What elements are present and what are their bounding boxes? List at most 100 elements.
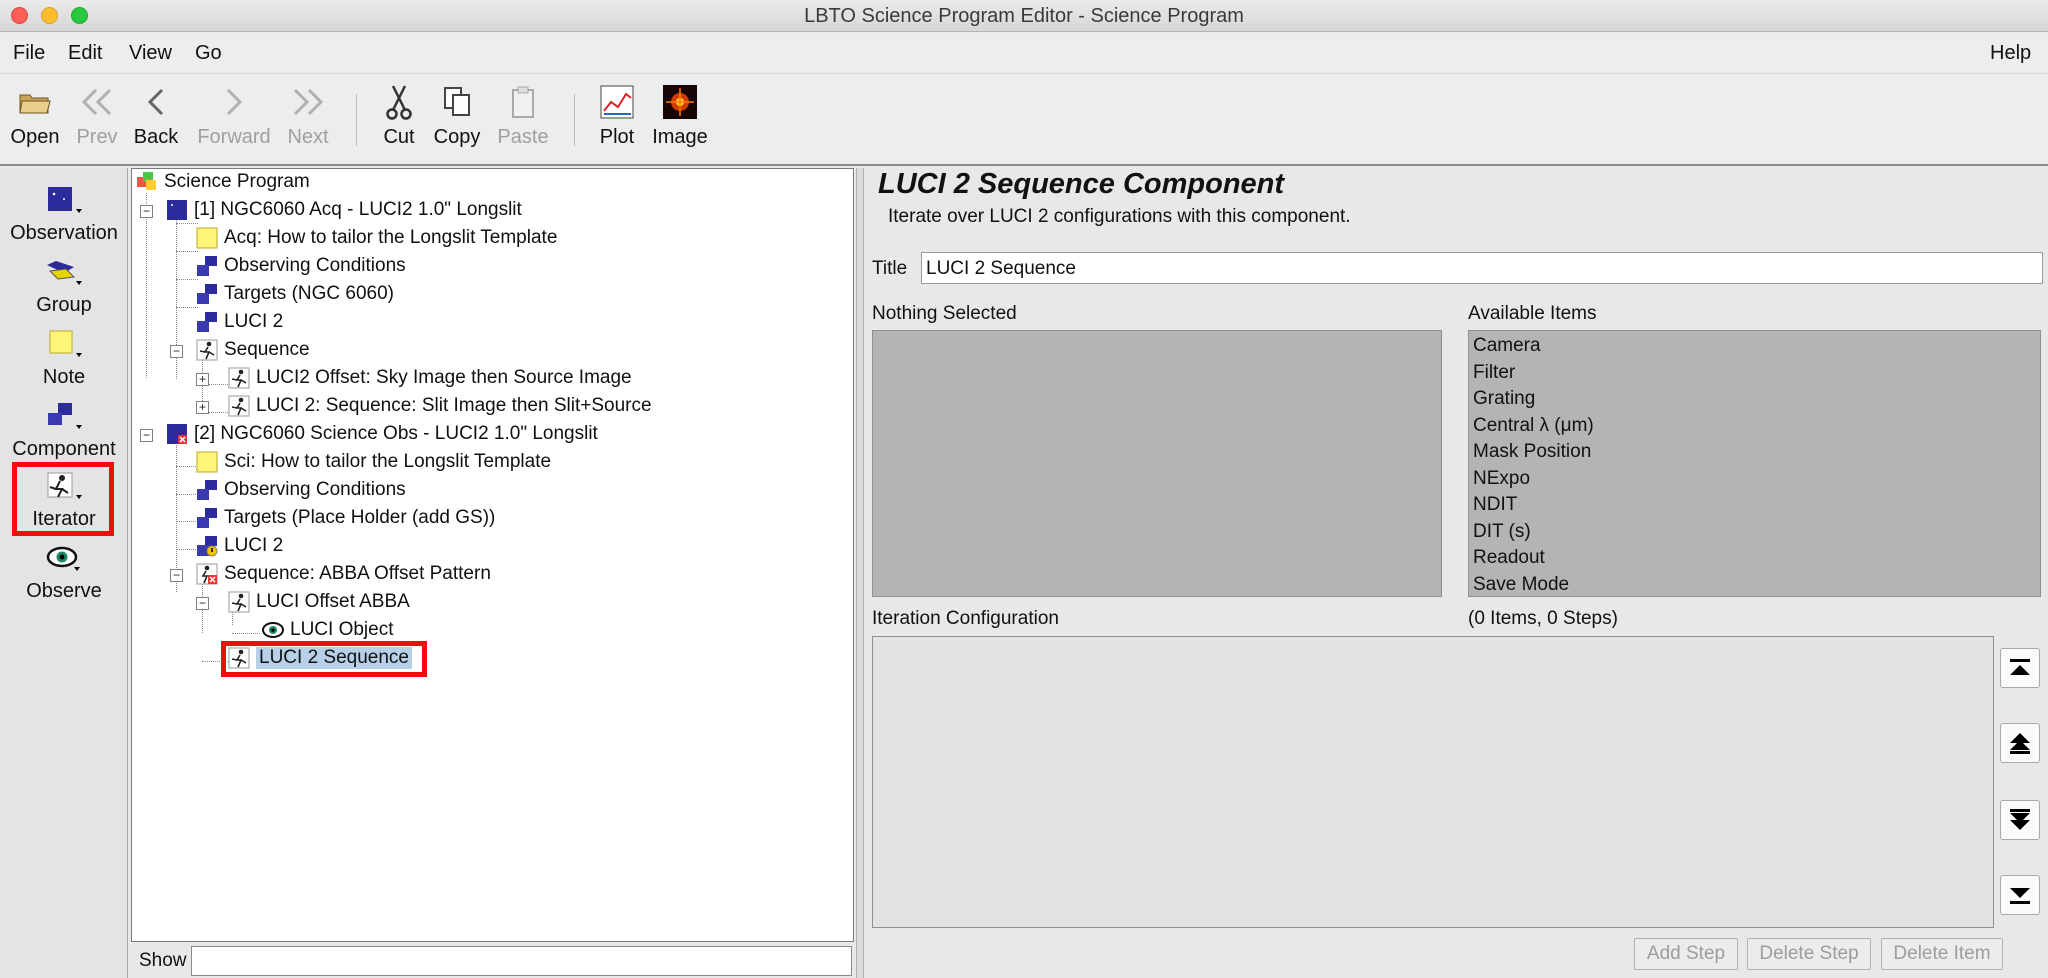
collapse-toggle[interactable]: − <box>170 569 183 582</box>
expand-toggle[interactable]: + <box>196 373 209 386</box>
tree-node-offset-iterator[interactable]: LUCI Offset ABBA <box>228 589 410 615</box>
palette-observation[interactable]: Observation <box>4 182 124 245</box>
palette-note[interactable]: Note <box>4 326 124 389</box>
observation-error-icon <box>167 424 187 444</box>
toolbar: Open Prev Back Forward Next Cut Copy Pas… <box>0 74 2048 166</box>
split-pane-divider[interactable] <box>856 168 864 978</box>
menubar: File Edit View Go Help <box>0 33 2048 74</box>
scissors-icon <box>379 84 419 120</box>
tree-node-sequence-iterator[interactable]: LUCI 2: Sequence: Slit Image then Slit+S… <box>228 393 652 419</box>
open-button[interactable]: Open <box>3 84 67 149</box>
tree-node-conditions[interactable]: Observing Conditions <box>196 253 406 279</box>
tree-node-note[interactable]: Acq: How to tailor the Longslit Template <box>196 225 557 251</box>
menu-go[interactable]: Go <box>195 42 222 65</box>
forward-button[interactable]: Forward <box>194 84 274 149</box>
show-input[interactable] <box>191 946 852 976</box>
available-item[interactable]: Camera <box>1469 333 2040 360</box>
tree-node-observation-2[interactable]: [2] NGC6060 Science Obs - LUCI2 1.0" Lon… <box>166 421 598 447</box>
back-button[interactable]: Back <box>124 84 188 149</box>
science-program-tree[interactable]: − − + + − − − Science Program [1] NGC606… <box>131 168 854 942</box>
available-item[interactable]: DIT (s) <box>1469 519 2040 546</box>
selected-node-highlight <box>221 641 427 677</box>
toolbar-separator <box>574 94 575 146</box>
available-item[interactable]: NExpo <box>1469 466 2040 493</box>
tree-node-sequence[interactable]: Sequence <box>196 337 310 363</box>
iterator-icon <box>228 395 250 417</box>
collapse-toggle[interactable]: − <box>140 429 153 442</box>
move-down-button[interactable] <box>2000 800 2040 840</box>
add-step-button[interactable]: Add Step <box>1634 938 1738 970</box>
move-bottom-icon <box>2010 888 2030 904</box>
available-item[interactable]: Grating <box>1469 386 2040 413</box>
copy-button[interactable]: Copy <box>425 84 489 149</box>
tree-node-targets[interactable]: Targets (NGC 6060) <box>196 281 394 307</box>
move-to-top-button[interactable] <box>2000 648 2040 688</box>
tree-node-observation-1[interactable]: [1] NGC6060 Acq - LUCI2 1.0" Longslit <box>166 197 522 223</box>
tree-node-sequence[interactable]: Sequence: ABBA Offset Pattern <box>196 561 491 587</box>
group-icon <box>4 254 124 294</box>
available-item[interactable]: Filter <box>1469 360 2040 387</box>
note-icon <box>4 326 124 366</box>
available-items-list[interactable]: Camera Filter Grating Central λ (μm) Mask Po… <box>1468 330 2041 597</box>
menu-help[interactable]: Help <box>1990 42 2031 65</box>
available-item[interactable]: Central λ (μm) <box>1469 413 2040 440</box>
iteration-table[interactable] <box>872 636 1994 928</box>
tree-node-root[interactable]: Science Program <box>136 169 310 195</box>
expand-toggle[interactable]: + <box>196 401 209 414</box>
collapse-toggle[interactable]: − <box>140 205 153 218</box>
component-icon <box>197 508 217 528</box>
palette-observe[interactable]: Observe <box>4 540 124 603</box>
component-icon <box>197 256 217 276</box>
tree-line <box>176 307 198 308</box>
palette-group[interactable]: Group <box>4 254 124 317</box>
tree-node-note[interactable]: Sci: How to tailor the Longslit Template <box>196 449 551 475</box>
tree-node-observe[interactable]: LUCI Object <box>262 617 393 643</box>
image-icon <box>660 84 700 120</box>
tree-line <box>208 412 228 413</box>
available-item[interactable]: Readout <box>1469 545 2040 572</box>
move-up-icon <box>2010 733 2030 754</box>
plot-button[interactable]: Plot <box>585 84 649 149</box>
tree-line <box>176 424 177 592</box>
menu-view[interactable]: View <box>129 42 172 65</box>
iterator-error-icon <box>196 563 218 585</box>
cut-button[interactable]: Cut <box>367 84 431 149</box>
available-item[interactable]: Mask Position <box>1469 439 2040 466</box>
folder-icon <box>15 84 55 120</box>
image-button[interactable]: Image <box>648 84 712 149</box>
tree-line <box>176 223 198 224</box>
selected-items-panel[interactable] <box>872 330 1442 597</box>
collapse-toggle[interactable]: − <box>196 597 209 610</box>
paste-button[interactable]: Paste <box>491 84 555 149</box>
iterator-icon <box>228 591 250 613</box>
available-item[interactable]: Save Mode <box>1469 572 2040 599</box>
palette-component[interactable]: Component <box>4 398 124 461</box>
move-to-bottom-button[interactable] <box>2000 875 2040 915</box>
copy-icon <box>437 84 477 120</box>
tree-node-conditions[interactable]: Observing Conditions <box>196 477 406 503</box>
available-item[interactable]: NDIT <box>1469 492 2040 519</box>
note-icon <box>196 227 218 249</box>
science-program-icon <box>137 172 156 190</box>
tree-line <box>176 279 198 280</box>
collapse-toggle[interactable]: − <box>170 345 183 358</box>
iterator-icon <box>228 367 250 389</box>
component-editor: LUCI 2 Sequence Component Iterate over L… <box>866 168 2048 978</box>
iterator-highlight <box>12 462 114 536</box>
tree-node-targets[interactable]: Targets (Place Holder (add GS)) <box>196 505 495 531</box>
prev-button[interactable]: Prev <box>65 84 129 149</box>
delete-step-button[interactable]: Delete Step <box>1747 938 1871 970</box>
title-input[interactable]: LUCI 2 Sequence <box>921 252 2043 284</box>
chevron-left-icon <box>136 84 176 120</box>
delete-item-button[interactable]: Delete Item <box>1881 938 2003 970</box>
next-button[interactable]: Next <box>276 84 340 149</box>
tree-node-instrument[interactable]: LUCI 2 <box>196 533 283 559</box>
iterator-icon <box>196 339 218 361</box>
tree-node-offset-iterator[interactable]: LUCI2 Offset: Sky Image then Source Imag… <box>228 365 632 391</box>
menu-edit[interactable]: Edit <box>68 42 102 65</box>
window-titlebar: LBTO Science Program Editor - Science Pr… <box>0 0 2048 32</box>
toolbar-separator <box>356 94 357 146</box>
move-up-button[interactable] <box>2000 723 2040 763</box>
menu-file[interactable]: File <box>13 42 45 65</box>
tree-node-instrument[interactable]: LUCI 2 <box>196 309 283 335</box>
